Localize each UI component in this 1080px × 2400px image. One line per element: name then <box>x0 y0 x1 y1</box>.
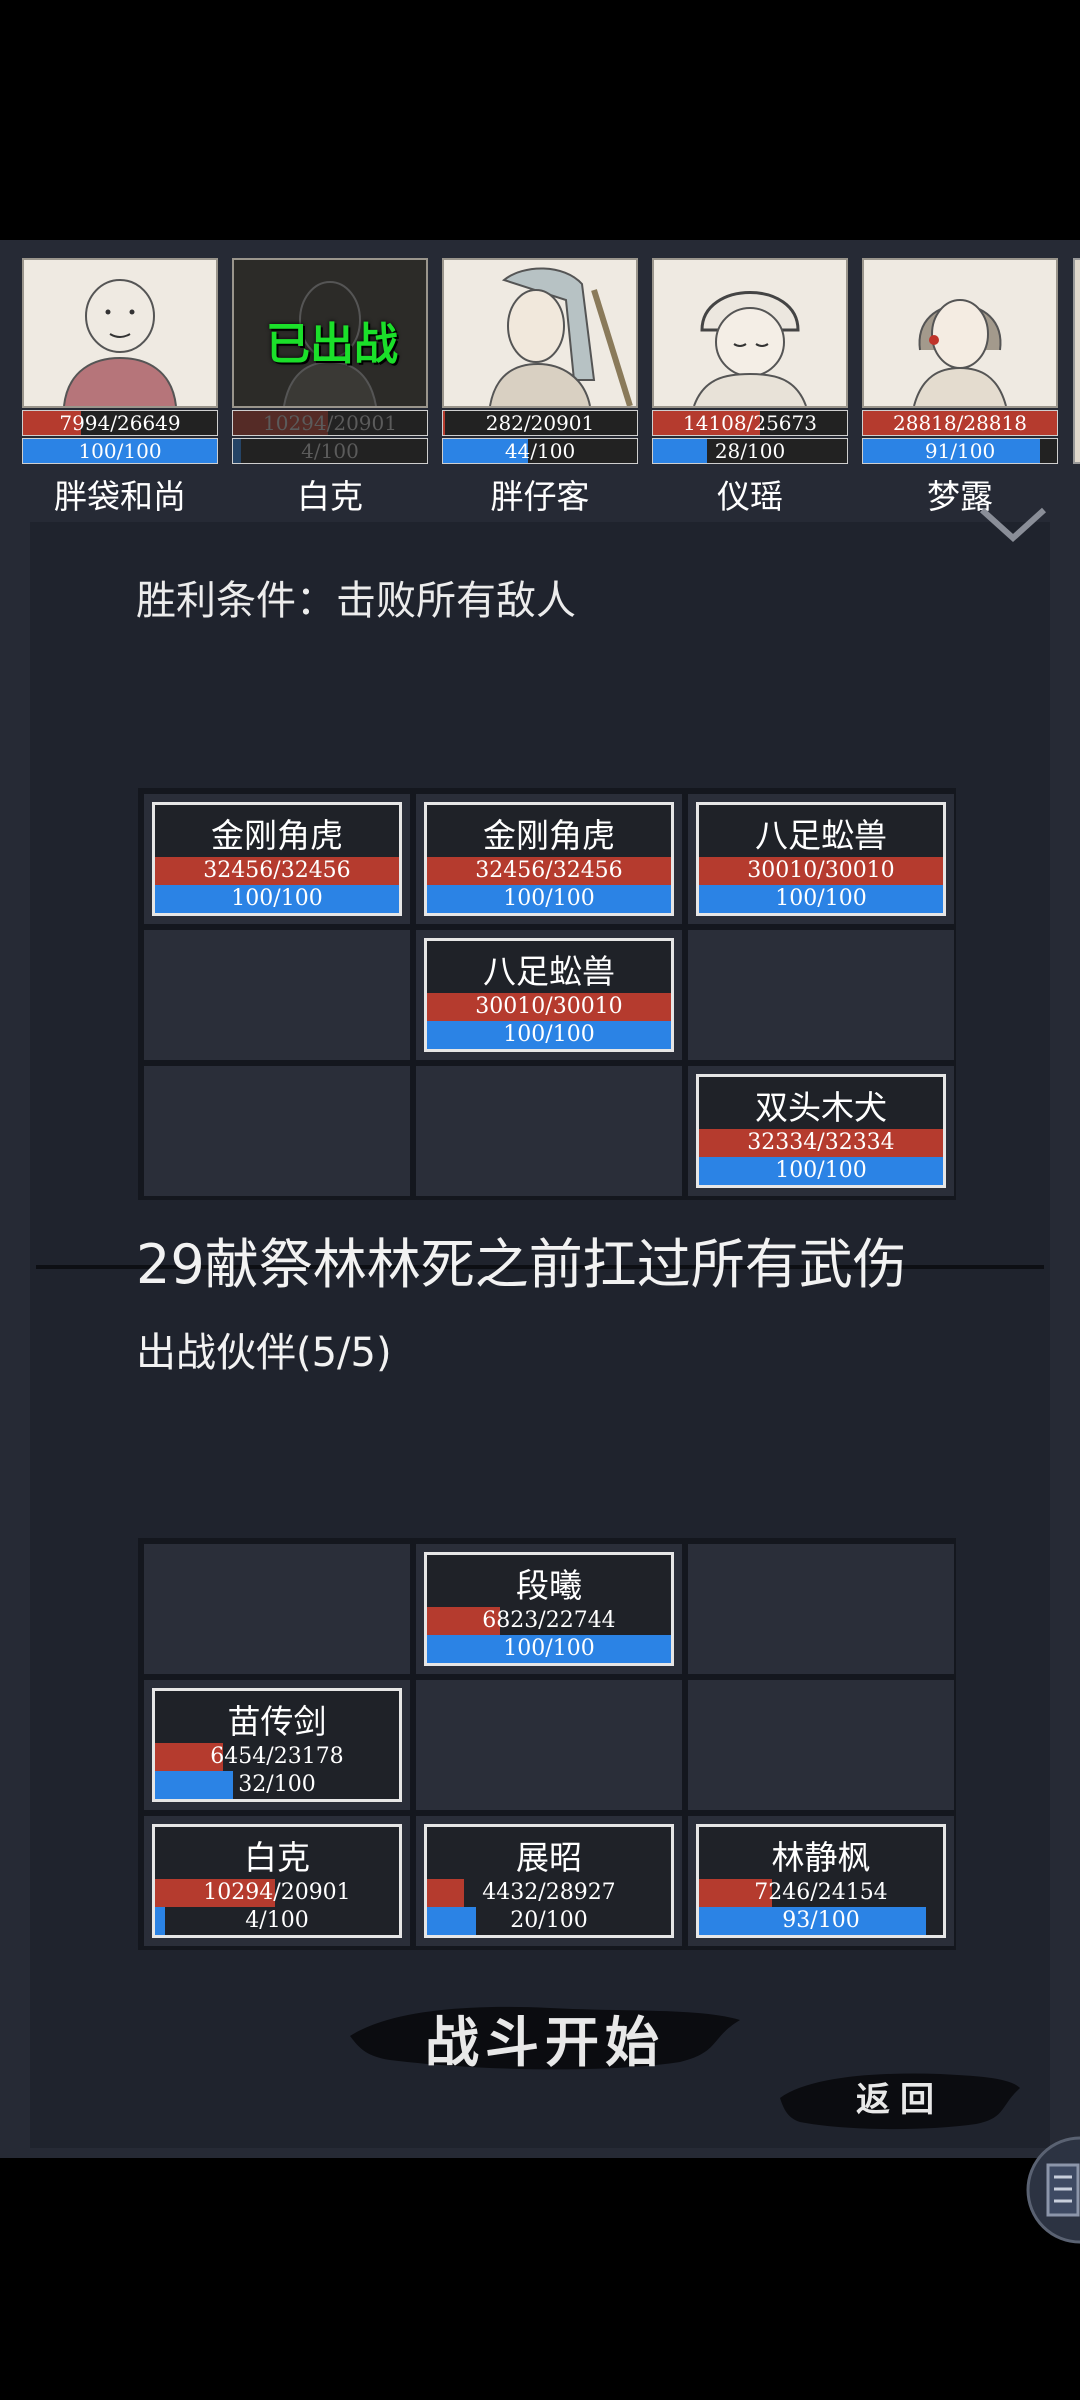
ally-unit[interactable]: 林静枫 7246/24154 93/100 <box>696 1824 946 1938</box>
formation-cell[interactable]: 展昭 4432/28927 20/100 <box>416 1816 682 1946</box>
monk-portrait <box>22 258 218 408</box>
hp-bar: 32456/32456 <box>155 857 399 885</box>
mp-bar: 44/100 <box>442 438 638 464</box>
hp-bar: 6454/23178 <box>155 1743 399 1771</box>
formation-cell[interactable]: 林静枫 7246/24154 93/100 <box>688 1816 954 1946</box>
unit-name: 八足蚣兽 <box>483 952 615 991</box>
hp-bar: 14108/25673 <box>652 410 848 436</box>
unit-name: 段曦 <box>516 1566 582 1605</box>
hp-bar: 30010/30010 <box>427 993 671 1021</box>
unit-name: 双头木犬 <box>755 1088 887 1127</box>
formation-cell[interactable] <box>416 1066 682 1196</box>
hp-bar: 4432/28927 <box>427 1879 671 1907</box>
mp-bar: 28/100 <box>652 438 848 464</box>
formation-cell[interactable] <box>416 1680 682 1810</box>
mp-bar: 100/100 <box>427 1635 671 1663</box>
mp-bar: 91/100 <box>862 438 1058 464</box>
mp-bar: 20/100 <box>427 1907 671 1935</box>
ally-unit[interactable]: 段曦 6823/22744 100/100 <box>424 1552 674 1666</box>
formation-cell[interactable]: 金刚角虎 32456/32456 100/100 <box>416 794 682 924</box>
hp-bar: 32334/32334 <box>699 1129 943 1157</box>
formation-cell[interactable]: 白克 10294/20901 4/100 <box>144 1816 410 1946</box>
formation-cell[interactable] <box>144 1066 410 1196</box>
companion-name: 胖仔客 <box>490 477 590 516</box>
hp-bar: 10294/20901 <box>232 410 428 436</box>
formation-cell[interactable]: 苗传剑 6454/23178 32/100 <box>144 1680 410 1810</box>
ally-unit[interactable]: 白克 10294/20901 4/100 <box>152 1824 402 1938</box>
enemy-unit[interactable]: 八足蚣兽 30010/30010 100/100 <box>424 938 674 1052</box>
formation-cell[interactable] <box>688 930 954 1060</box>
yiyao-portrait <box>652 258 848 408</box>
ally-unit[interactable]: 苗传剑 6454/23178 32/100 <box>152 1688 402 1802</box>
mp-bar: 100/100 <box>699 1157 943 1185</box>
hp-bar: 6823/22744 <box>427 1607 671 1635</box>
hp-bar: 7994/26649 <box>22 410 218 436</box>
unit-name: 白克 <box>244 1838 310 1877</box>
victory-condition: 胜利条件：击败所有敌人 <box>136 578 576 624</box>
enemy-formation-grid: 金刚角虎 32456/32456 100/100 金刚角虎 32456/32456 100… <box>138 788 956 1200</box>
companion-name: 仪瑶 <box>717 477 783 516</box>
bottom-letterbox <box>0 2158 1080 2400</box>
mp-bar: 100/100 <box>699 885 943 913</box>
swordsman-portrait <box>442 258 638 408</box>
unit-name: 林静枫 <box>771 1838 871 1877</box>
mp-bar: 100/100 <box>427 1021 671 1049</box>
hp-bar: 28818/28818 <box>862 410 1058 436</box>
formation-cell[interactable]: 八足蚣兽 30010/30010 100/100 <box>416 930 682 1060</box>
mp-bar: 100/100 <box>155 885 399 913</box>
unit-name: 苗传剑 <box>227 1702 327 1741</box>
companion-name: 白克 <box>297 477 363 516</box>
hp-bar: 30010/30010 <box>699 857 943 885</box>
mp-bar: 32/100 <box>155 1771 399 1799</box>
hp-bar: 282/20901 <box>442 410 638 436</box>
top-letterbox <box>0 0 1080 240</box>
hp-bar: 10294/20901 <box>155 1879 399 1907</box>
back-button[interactable]: 返回 <box>780 2062 1020 2134</box>
chevron-down-icon[interactable] <box>978 504 1048 544</box>
hp-bar: 7246/24154 <box>699 1879 943 1907</box>
mp-bar: 4/100 <box>232 438 428 464</box>
deployed-label: 已出战 <box>266 319 398 370</box>
formation-cell[interactable]: 八足蚣兽 30010/30010 100/100 <box>688 794 954 924</box>
companion-name: 胖袋和尚 <box>54 477 186 516</box>
formation-cell[interactable] <box>688 1544 954 1674</box>
mp-bar: 100/100 <box>427 885 671 913</box>
mp-bar: 93/100 <box>699 1907 943 1935</box>
enemy-unit[interactable]: 金刚角虎 32456/32456 100/100 <box>424 802 674 916</box>
companion-roster: 7994/26649 100/100 胖袋和尚 已出战 10294/20901 … <box>0 240 1080 516</box>
floating-menu-icon[interactable] <box>1022 2135 1080 2245</box>
unit-name: 金刚角虎 <box>211 816 343 855</box>
ally-unit[interactable]: 展昭 4432/28927 20/100 <box>424 1824 674 1938</box>
unit-name: 八足蚣兽 <box>755 816 887 855</box>
formation-cell[interactable] <box>688 1680 954 1810</box>
enemy-unit[interactable]: 金刚角虎 32456/32456 100/100 <box>152 802 402 916</box>
start-battle-button[interactable]: 战斗开始 <box>350 1990 740 2080</box>
hp-bar: 32456/32456 <box>427 857 671 885</box>
formation-cell[interactable]: 双头木犬 32334/32334 100/100 <box>688 1066 954 1196</box>
formation-cell[interactable]: 金刚角虎 32456/32456 100/100 <box>144 794 410 924</box>
mp-bar: 100/100 <box>22 438 218 464</box>
baike-portrait: 已出战 <box>232 258 428 408</box>
battle-setup-screen: 7994/26649 100/100 胖袋和尚 已出战 10294/20901 … <box>0 240 1080 2158</box>
formation-cell[interactable] <box>144 1544 410 1674</box>
formation-cell[interactable] <box>144 930 410 1060</box>
ally-formation-grid: 段曦 6823/22744 100/100 苗传剑 6454/23178 32/100 白克… <box>138 1538 956 1950</box>
roster-card-partial[interactable] <box>1073 258 1080 464</box>
unit-name: 金刚角虎 <box>483 816 615 855</box>
enemy-unit[interactable]: 双头木犬 32334/32334 100/100 <box>696 1074 946 1188</box>
unit-name: 展昭 <box>516 1838 582 1877</box>
enemy-unit[interactable]: 八足蚣兽 30010/30010 100/100 <box>696 802 946 916</box>
mission-title: 29献祭林林死之前扛过所有武伤 <box>136 1233 907 1296</box>
formation-cell[interactable]: 段曦 6823/22744 100/100 <box>416 1544 682 1674</box>
team-label: 出战伙伴(5/5) <box>136 1330 392 1376</box>
menglu-portrait <box>862 258 1058 408</box>
mp-bar: 4/100 <box>155 1907 399 1935</box>
